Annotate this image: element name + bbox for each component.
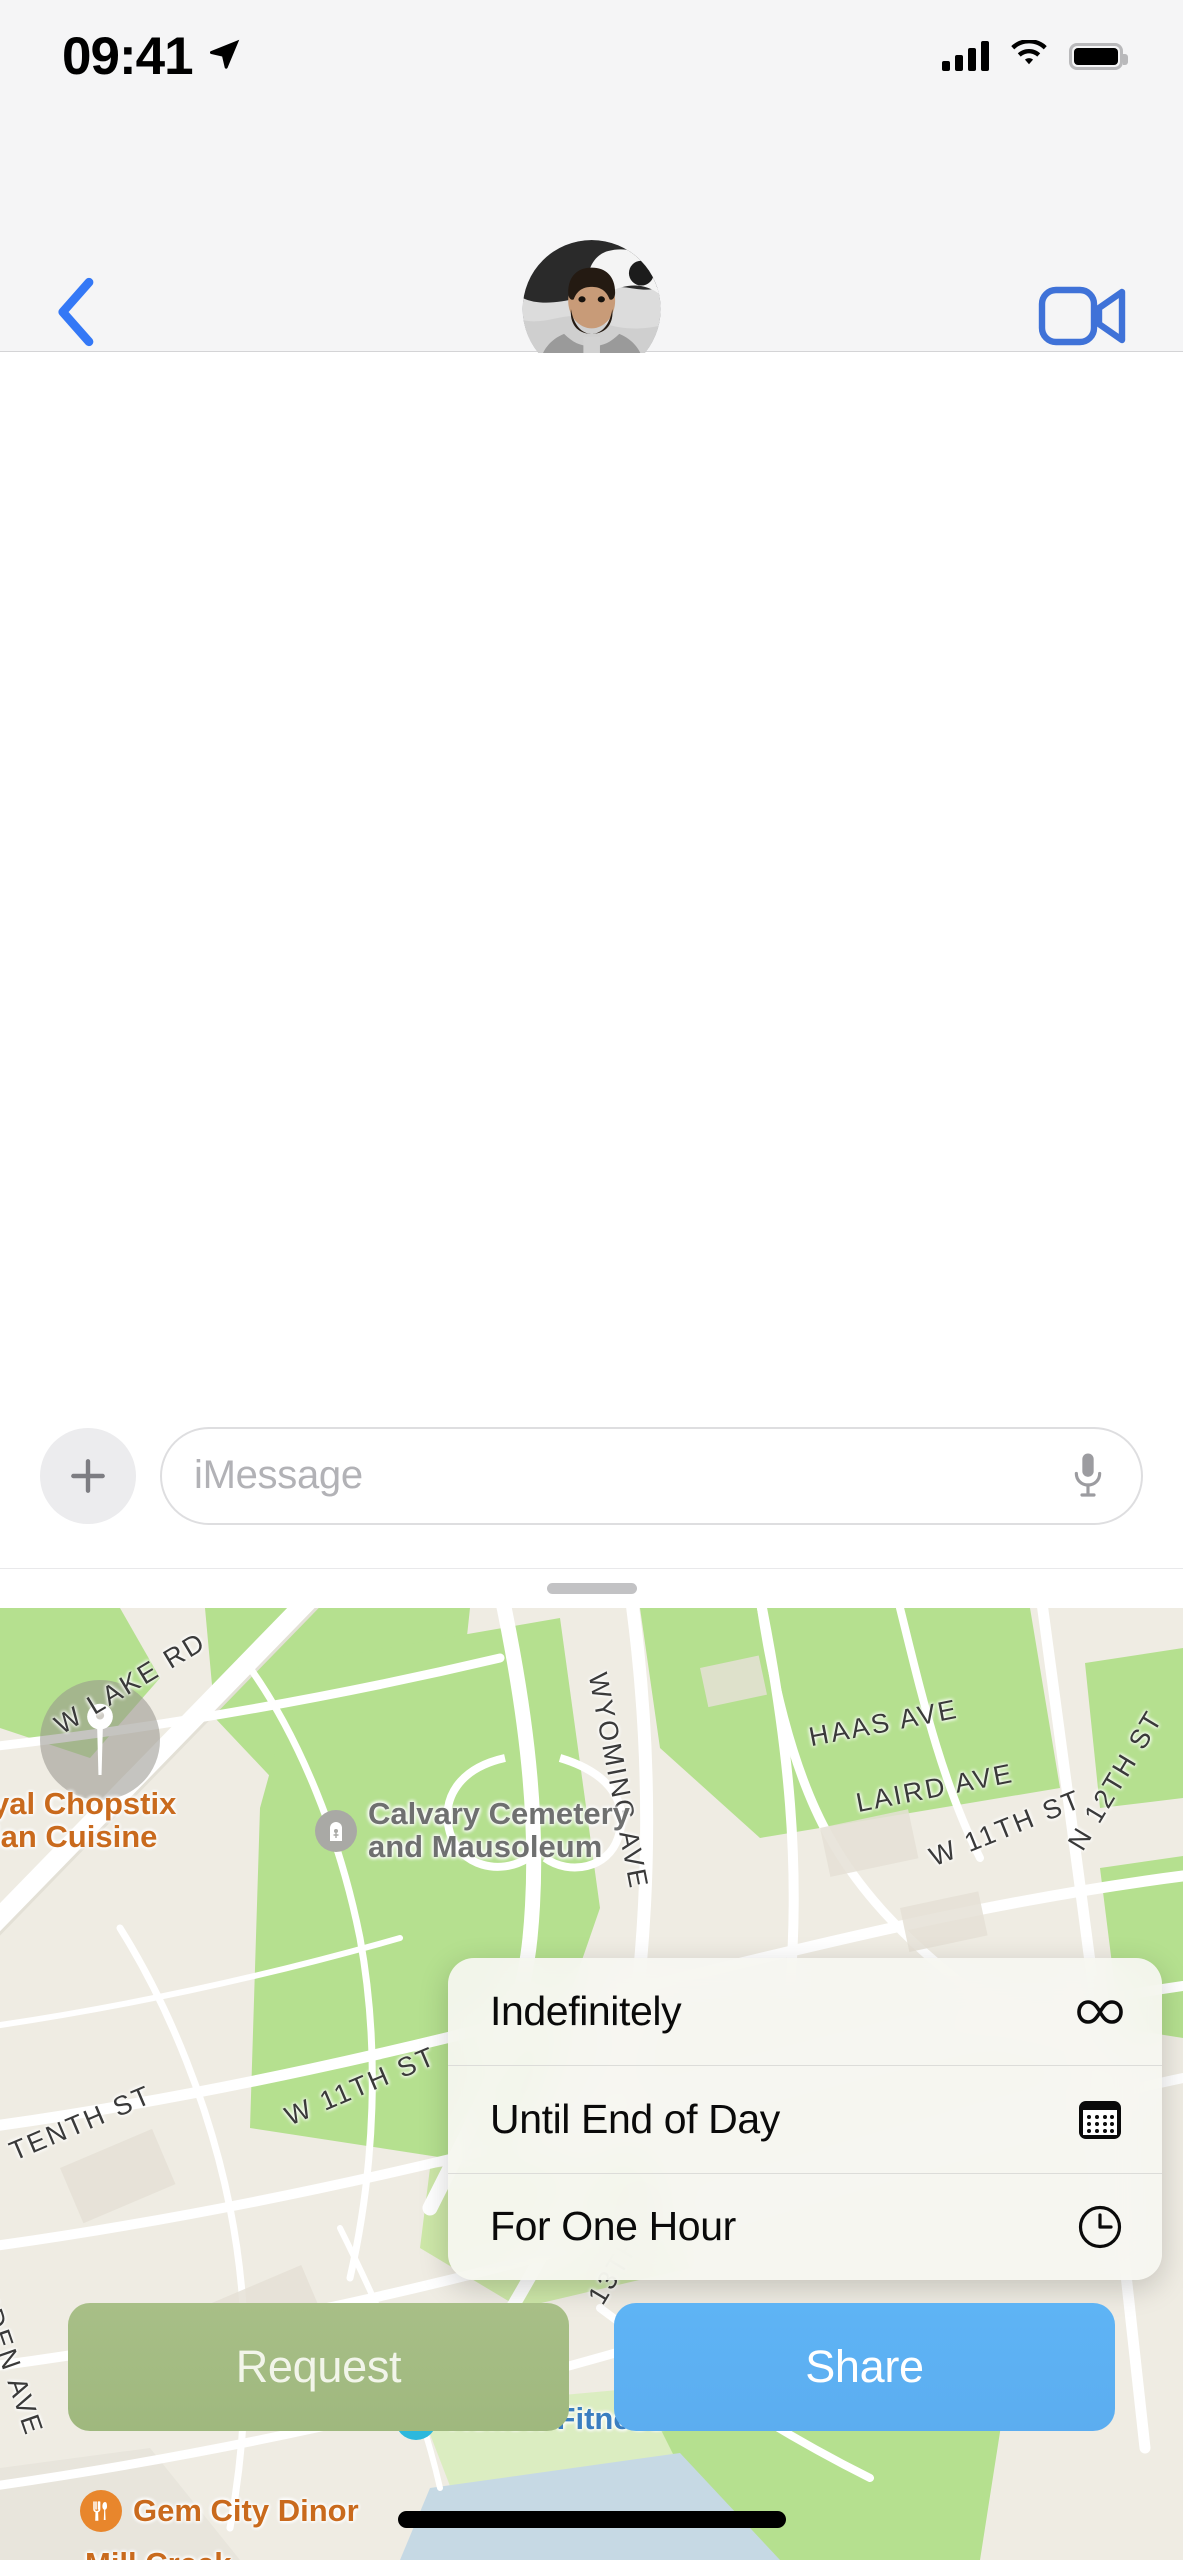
restaurant-icon [80,2490,122,2532]
menu-item-until-end-of-day[interactable]: Until End of Day [448,2065,1162,2172]
message-placeholder: iMessage [194,1453,363,1497]
location-arrow-icon [207,36,243,77]
video-camera-icon [1038,286,1126,346]
poi-gem-city-dinor[interactable]: Gem City Dinor [80,2490,359,2532]
poi-label: Mill CreekCoffee [85,2547,231,2560]
message-list [0,353,1183,1383]
battery-full-icon [1069,42,1128,70]
chevron-left-icon [58,277,94,347]
share-duration-menu: Indefinitely Until End of Day For One Ho… [448,1958,1162,2280]
menu-item-label: Until End of Day [490,2095,780,2142]
status-bar-clock: 09:41 [62,26,194,86]
plus-icon [71,1458,105,1493]
share-button[interactable]: Share [614,2303,1115,2431]
message-input-bar: iMessage [0,1383,1183,1568]
microphone-icon[interactable] [1071,1451,1105,1501]
request-button[interactable]: Request [68,2303,569,2431]
poi-label: yal Chopstix ian Cuisine [0,1786,177,1854]
poi-restaurant-royal-chopstix[interactable]: yal Chopstix ian Cuisine [0,1786,177,1854]
poi-mill-creek-coffee[interactable]: Mill CreekCoffee [32,2547,231,2560]
poi-label: Calvary Cemetery and Mausoleum [368,1796,630,1864]
conversation-nav-bar: Robert [0,112,1183,430]
poi-calvary-cemetery[interactable]: Calvary Cemetery and Mausoleum [315,1796,630,1864]
status-bar-right [942,38,1128,73]
status-bar-left: 09:41 [62,26,243,87]
cellular-signal-icon [942,41,989,71]
home-indicator[interactable] [397,2511,786,2528]
menu-item-indefinitely[interactable]: Indefinitely [448,1958,1162,2065]
infinity-icon [1074,1986,1126,2038]
share-button-label: Share [805,2341,924,2392]
iphone-screen: 09:41 iMessage W LAKE RD WYOMING AVE HAA… [0,0,1183,2560]
menu-item-label: Indefinitely [490,1988,682,2035]
menu-item-for-one-hour[interactable]: For One Hour [448,2172,1162,2280]
request-button-label: Request [235,2341,402,2392]
share-action-bar: Request Share [0,2303,1183,2431]
poi-label: Gem City Dinor [133,2492,359,2528]
menu-item-label: For One Hour [490,2203,736,2250]
app-drawer-header [0,1568,1183,1608]
calendar-icon [1074,2093,1126,2145]
status-bar: 09:41 [0,0,1183,112]
message-text-field[interactable]: iMessage [160,1426,1143,1525]
drag-handle[interactable] [546,1583,637,1594]
clock-icon [1074,2201,1126,2253]
facetime-button[interactable] [1037,280,1131,352]
back-button[interactable] [40,272,110,352]
wifi-icon [1010,38,1048,73]
cemetery-icon [315,1809,357,1852]
add-attachment-button[interactable] [40,1427,136,1524]
